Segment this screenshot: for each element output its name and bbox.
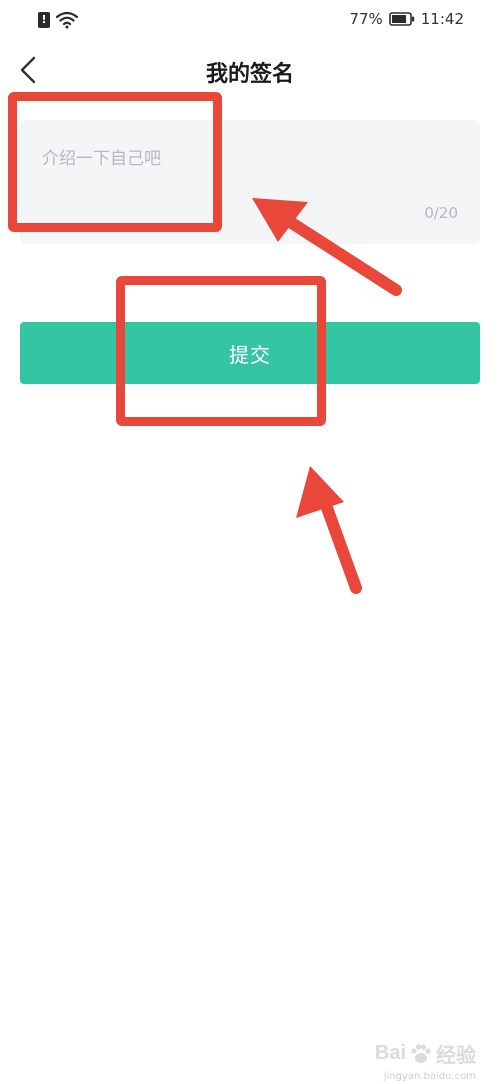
- paw-icon: [411, 1043, 431, 1063]
- watermark-domain: jingyan.baidu.com: [383, 1071, 476, 1082]
- status-bar-left: !: [38, 11, 79, 29]
- watermark-brand-b: 经验: [436, 1045, 476, 1067]
- wifi-icon: [55, 11, 79, 29]
- battery-icon: [388, 12, 414, 26]
- status-bar-right: 77% 11:42: [349, 10, 464, 28]
- baidu-watermark: Bai 经验: [375, 1039, 476, 1068]
- nav-header: 我的签名: [0, 44, 500, 100]
- annotation-arrow-submit: [296, 466, 362, 594]
- status-bar: ! 77% 11:42: [0, 0, 500, 38]
- clock: 11:42: [420, 10, 464, 28]
- page-title: 我的签名: [205, 62, 294, 87]
- signature-box: 0/20: [20, 120, 480, 244]
- watermark-brand-a: Bai: [374, 1042, 406, 1064]
- battery-percent: 77%: [349, 10, 383, 28]
- signature-input[interactable]: [20, 120, 480, 244]
- char-counter: 0/20: [424, 204, 458, 222]
- submit-button[interactable]: 提交: [20, 322, 480, 384]
- notification-icon: !: [38, 12, 50, 28]
